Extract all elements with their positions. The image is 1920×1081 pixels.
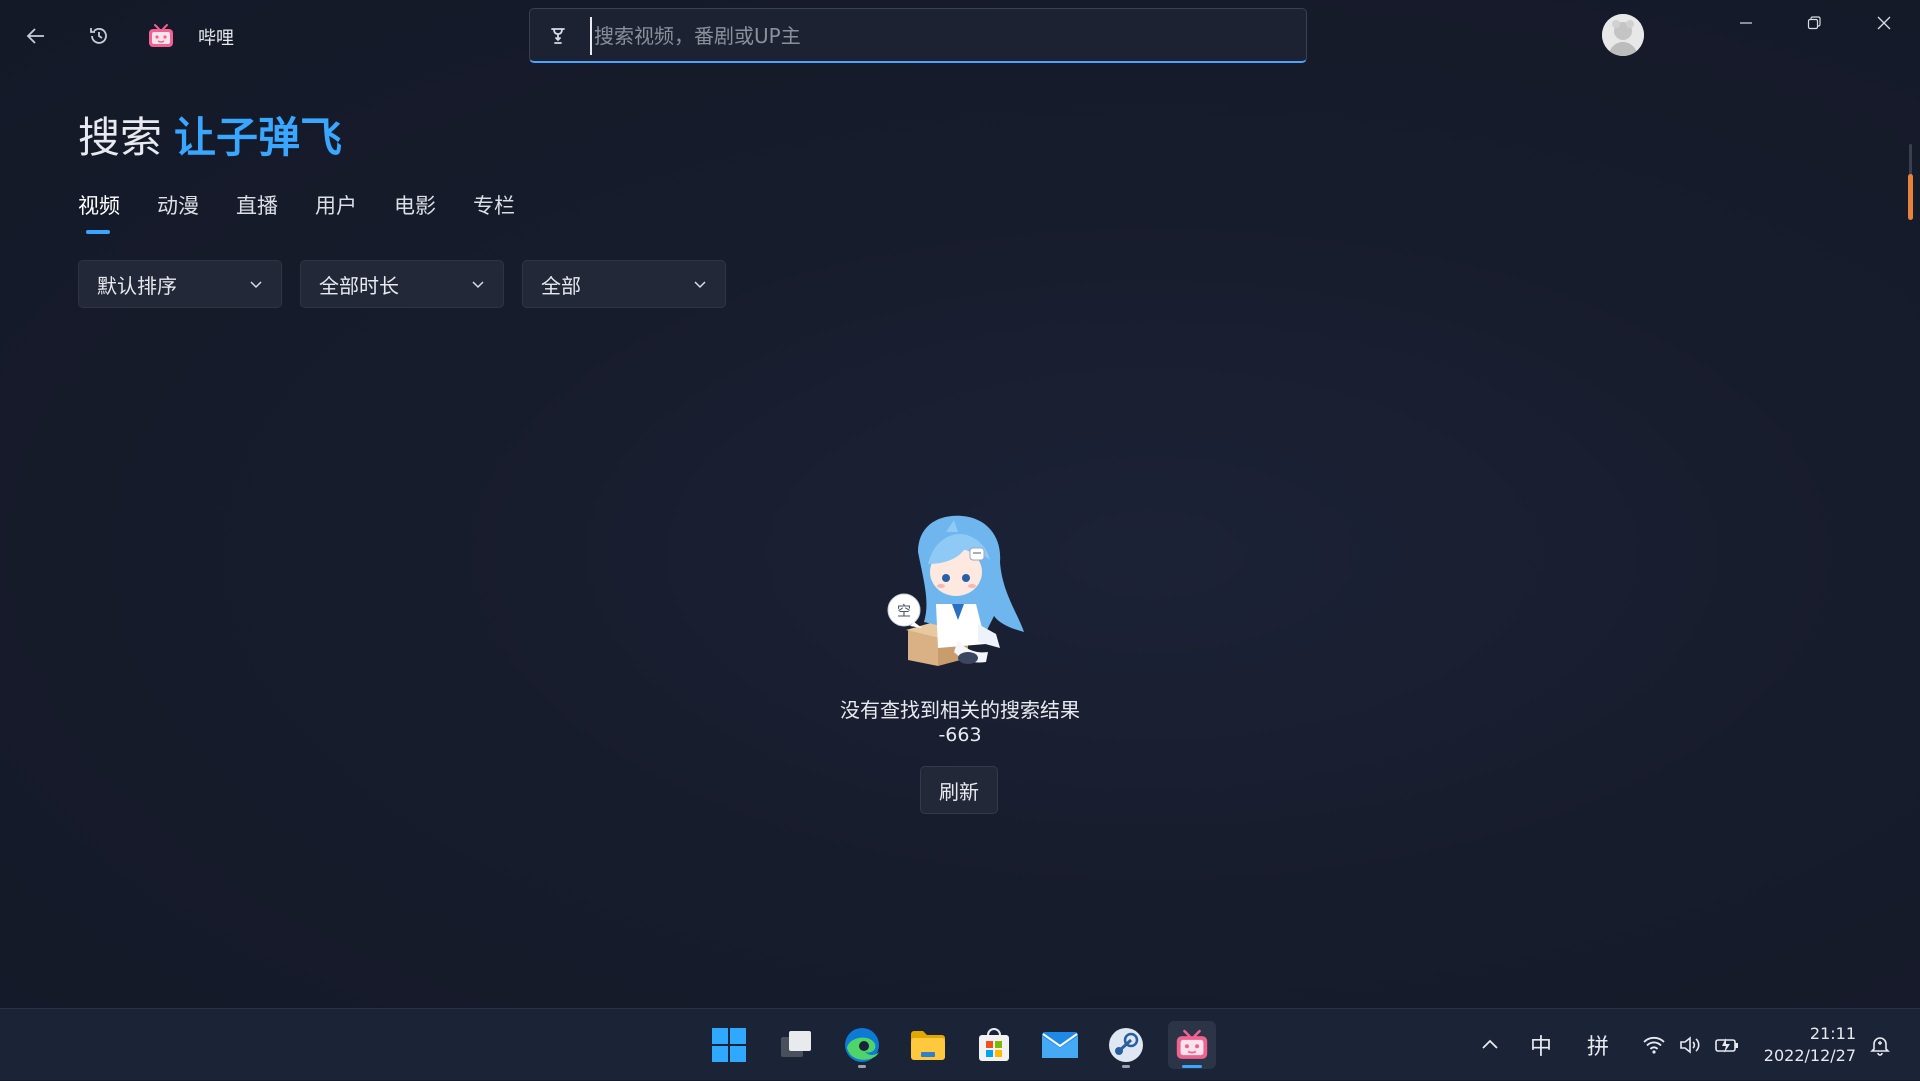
empty-state-message: 没有查找到相关的搜索结果 (840, 698, 1080, 722)
scrollbar[interactable] (1908, 144, 1914, 220)
restore-icon (1807, 16, 1821, 30)
search-mode-icon[interactable] (546, 24, 570, 48)
task-view-button[interactable] (772, 1021, 820, 1069)
search-keyword: 让子弹飞 (174, 113, 343, 162)
app-window: 哔哩 搜索让子弹飞 视频 动 (0, 0, 1920, 1008)
tab-user[interactable]: 用户 (315, 190, 357, 230)
restore-button[interactable] (1780, 0, 1848, 46)
chevron-down-icon (472, 281, 484, 289)
tray-overflow-button[interactable] (1480, 1009, 1500, 1081)
duration-select[interactable]: 全部时长 (300, 260, 504, 308)
tab-video[interactable]: 视频 (78, 190, 120, 234)
ime-mode-indicator[interactable]: 拼 (1587, 1009, 1609, 1081)
mail-button[interactable] (1036, 1021, 1084, 1069)
history-button[interactable] (77, 14, 121, 58)
empty-state-code: -663 (938, 724, 982, 746)
close-icon (1877, 16, 1891, 30)
search-input[interactable] (590, 17, 1290, 55)
wifi-icon (1643, 1036, 1665, 1054)
bilibili-logo-icon (146, 22, 176, 50)
back-button[interactable] (14, 14, 58, 58)
notification-bell-icon (1870, 1037, 1890, 1056)
chevron-down-icon (250, 281, 262, 289)
chevron-up-icon (1482, 1039, 1498, 1049)
duration-select-value: 全部时长 (319, 273, 399, 298)
speaker-icon (1680, 1036, 1700, 1054)
edge-browser-icon (845, 1028, 879, 1062)
tab-movie[interactable]: 电影 (394, 190, 436, 230)
tab-anime[interactable]: 动漫 (157, 190, 199, 230)
tab-article[interactable]: 专栏 (473, 190, 515, 230)
zone-select-value: 全部 (541, 273, 581, 298)
windows-start-icon (712, 1028, 746, 1062)
minimize-icon (1740, 22, 1752, 24)
zone-select[interactable]: 全部 (522, 260, 726, 308)
empty-bubble-text: 空 (897, 604, 911, 620)
bilibili-app-button[interactable] (1168, 1021, 1216, 1069)
title-bar: 哔哩 (0, 0, 1920, 72)
minimize-button[interactable] (1712, 0, 1780, 46)
store-icon (979, 1028, 1009, 1061)
start-button[interactable] (705, 1021, 753, 1069)
search-box[interactable] (529, 8, 1307, 63)
close-button[interactable] (1850, 0, 1918, 46)
file-explorer-button[interactable] (904, 1021, 952, 1069)
tab-live[interactable]: 直播 (236, 190, 278, 230)
edge-browser-button[interactable] (838, 1021, 886, 1069)
mail-icon (1042, 1032, 1078, 1058)
search-type-tabs: 视频 动漫 直播 用户 电影 专栏 (78, 190, 552, 234)
filter-bar: 默认排序 全部时长 全部 (78, 260, 744, 308)
battery-charging-icon (1715, 1038, 1738, 1053)
arrow-left-icon (26, 28, 44, 44)
sort-select-value: 默认排序 (97, 273, 177, 298)
battery-status[interactable] (1714, 1009, 1740, 1081)
folder-icon (911, 1031, 945, 1060)
running-indicator (858, 1065, 866, 1068)
running-indicator (1122, 1065, 1130, 1068)
scrollbar-thumb[interactable] (1908, 174, 1913, 220)
microsoft-store-button[interactable] (970, 1021, 1018, 1069)
chevron-down-icon (694, 281, 706, 289)
task-view-icon (781, 1031, 811, 1057)
app-name: 哔哩 (198, 28, 234, 49)
history-icon (90, 28, 107, 44)
page-title: 搜索 让子弹飞 (78, 104, 342, 165)
sort-select[interactable]: 默认排序 (78, 260, 282, 308)
refresh-button[interactable]: 刷新 (920, 766, 998, 814)
steam-icon (1109, 1028, 1143, 1062)
user-avatar[interactable] (1602, 14, 1644, 56)
bilibili-logo-icon (1176, 1029, 1208, 1059)
network-status[interactable] (1642, 1009, 1666, 1081)
volume-status[interactable] (1678, 1009, 1702, 1081)
steam-button[interactable] (1102, 1021, 1150, 1069)
empty-state-illustration: 空 (886, 512, 1032, 668)
clock[interactable]: 21:11 2022/12/27 (1758, 1023, 1856, 1067)
clock-date: 2022/12/27 (1763, 1046, 1856, 1065)
taskbar: 中 拼 21:11 2022/12/27 (0, 1008, 1920, 1080)
clock-time: 21:11 (1809, 1024, 1856, 1043)
ime-language-indicator[interactable]: 中 (1530, 1009, 1552, 1081)
page-title-label: 搜索 (78, 113, 163, 162)
active-indicator (1182, 1065, 1202, 1068)
notification-center-button[interactable] (1868, 1009, 1892, 1081)
